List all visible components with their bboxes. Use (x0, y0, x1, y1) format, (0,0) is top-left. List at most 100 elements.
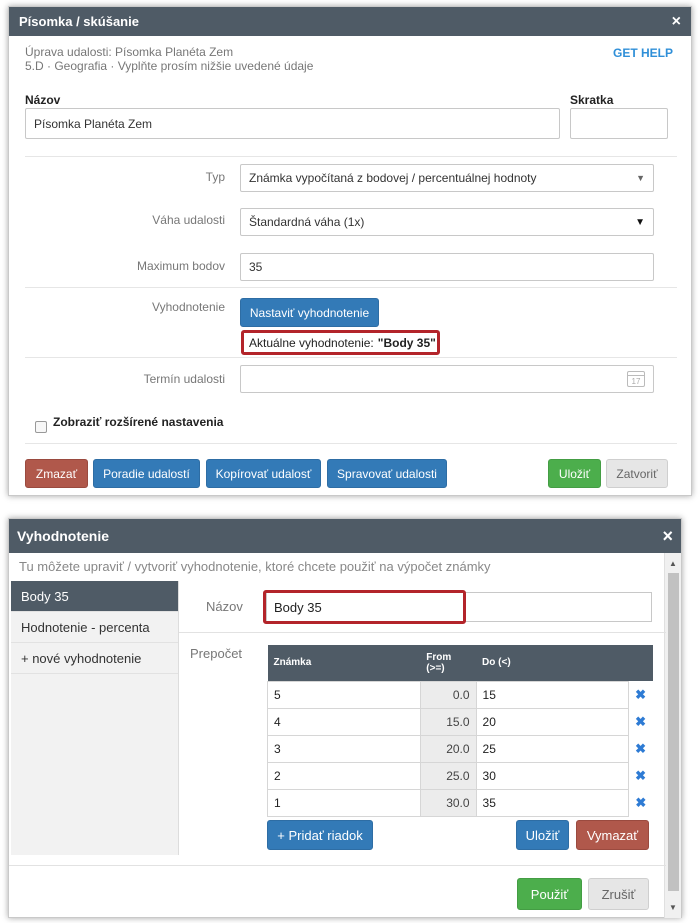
to-cell[interactable]: 15 (475, 680, 630, 709)
close-icon[interactable]: × (672, 13, 681, 31)
divider (179, 632, 666, 633)
delete-row-icon[interactable]: ✖ (629, 735, 653, 762)
event-subtitle-line2: 5.D · Geografia · Vyplňte prosím nižšie … (25, 59, 314, 73)
evaluation-list: Body 35 Hodnotenie - percenta + nové vyh… (11, 581, 179, 855)
to-cell[interactable]: 35 (475, 788, 630, 817)
evaluation-name-highlight: Body 35 (263, 590, 466, 624)
divider (25, 156, 677, 157)
scrollbar[interactable]: ▲ ▼ (664, 553, 681, 918)
max-points-value: 35 (249, 260, 263, 274)
copy-event-button[interactable]: Kopírovať udalosť (206, 459, 321, 488)
to-cell[interactable]: 25 (475, 734, 630, 763)
set-evaluation-button[interactable]: Nastaviť vyhodnotenie (240, 298, 379, 327)
from-cell: 20.0 (419, 734, 477, 763)
max-points-input[interactable]: 35 (240, 253, 654, 281)
event-dialog-title: Písomka / skúšanie (19, 14, 139, 29)
to-column-header: Do (<) (476, 645, 629, 681)
abbr-input[interactable] (570, 108, 668, 139)
grade-table-header: Známka From (>=) Do (<) (267, 645, 653, 681)
close-icon[interactable]: × (662, 526, 673, 547)
advanced-settings-label[interactable]: Zobraziť rozšírené nastavenia (53, 415, 223, 429)
current-evaluation: Aktuálne vyhodnotenie: "Body 35" (241, 330, 440, 355)
save-evaluation-button[interactable]: Uložiť (516, 820, 569, 850)
from-cell: 25.0 (419, 761, 477, 790)
delete-row-icon[interactable]: ✖ (629, 762, 653, 789)
weight-select-value: Štandardná váha (1x) (249, 215, 365, 229)
name-label: Názov (25, 93, 61, 107)
calendar-icon[interactable]: 17 (627, 371, 645, 387)
chevron-down-icon: ▼ (636, 173, 645, 183)
grade-cell[interactable]: 1 (267, 788, 421, 817)
manage-events-button[interactable]: Spravovať udalosti (327, 459, 447, 488)
scroll-up-icon[interactable]: ▲ (669, 559, 677, 568)
weight-select[interactable]: Štandardná váha (1x) ▼ (240, 208, 654, 236)
evaluation-dialog-title: Vyhodnotenie (17, 528, 110, 544)
type-select[interactable]: Známka vypočítaná z bodovej / percentuál… (240, 164, 654, 192)
table-row: 5 0.0 15 ✖ (267, 680, 653, 709)
advanced-settings-checkbox[interactable] (35, 421, 47, 433)
grade-table: Známka From (>=) Do (<) 5 0.0 15 ✖ 4 15.… (267, 645, 653, 817)
delete-row-icon[interactable]: ✖ (629, 681, 653, 708)
get-help-link[interactable]: GET HELP (613, 46, 673, 60)
delete-evaluation-button[interactable]: Vymazať (576, 820, 649, 850)
scrollbar-thumb[interactable] (668, 573, 679, 891)
weight-label: Váha udalosti (152, 213, 225, 227)
grade-cell[interactable]: 4 (267, 707, 421, 736)
grade-cell[interactable]: 5 (267, 680, 421, 709)
max-points-label: Maximum bodov (136, 259, 225, 273)
grade-cell[interactable]: 2 (267, 761, 421, 790)
delete-event-button[interactable]: Zmazať (25, 459, 88, 488)
divider (25, 287, 677, 288)
abbr-label: Skratka (570, 93, 614, 107)
to-cell[interactable]: 30 (475, 761, 630, 790)
current-evaluation-label: Aktuálne vyhodnotenie: (249, 335, 374, 350)
save-event-button[interactable]: Uložiť (548, 459, 601, 488)
current-evaluation-value: "Body 35" (377, 335, 436, 350)
cancel-button[interactable]: Zrušiť (588, 878, 649, 910)
event-order-button[interactable]: Poradie udalostí (93, 459, 200, 488)
grade-cell[interactable]: 3 (267, 734, 421, 763)
add-row-button[interactable]: + Pridať riadok (267, 820, 373, 850)
delete-row-icon[interactable]: ✖ (629, 789, 653, 816)
event-dialog: Písomka / skúšanie × Úprava udalosti: Pí… (8, 6, 692, 496)
table-row: 1 30.0 35 ✖ (267, 788, 653, 817)
grade-column-header: Známka (267, 645, 421, 681)
chevron-down-icon: ▼ (635, 216, 645, 228)
evaluation-name-value: Body 35 (274, 599, 322, 615)
evaluation-label: Vyhodnotenie (152, 300, 225, 314)
delete-column-header (628, 645, 653, 681)
scroll-down-icon[interactable]: ▼ (669, 903, 677, 912)
date-label: Termín udalosti (143, 372, 225, 386)
table-row: 2 25.0 30 ✖ (267, 761, 653, 790)
from-header-line1: From (426, 651, 452, 663)
table-row: 4 15.0 20 ✖ (267, 707, 653, 736)
new-evaluation-item[interactable]: + nové vyhodnotenie (11, 643, 178, 674)
delete-row-icon[interactable]: ✖ (629, 708, 653, 735)
type-select-value: Známka vypočítaná z bodovej / percentuál… (249, 171, 537, 185)
from-column-header: From (>=) (420, 645, 477, 681)
type-label: Typ (205, 170, 225, 184)
divider (25, 443, 677, 444)
evaluation-dialog: Vyhodnotenie × Tu môžete upraviť / vytvo… (8, 518, 682, 918)
from-header-line2: (>=) (426, 662, 445, 674)
apply-button[interactable]: Použiť (517, 878, 582, 910)
evaluation-description: Tu môžete upraviť / vytvoriť vyhodnoteni… (19, 559, 491, 574)
from-cell: 0.0 (419, 680, 477, 709)
evaluation-item-body-35[interactable]: Body 35 (11, 581, 178, 612)
divider (25, 357, 677, 358)
evaluation-item-percent[interactable]: Hodnotenie - percenta (11, 612, 178, 643)
event-subtitle-line1: Úprava udalosti: Písomka Planéta Zem (25, 45, 234, 59)
close-dialog-button[interactable]: Zatvoriť (606, 459, 668, 488)
name-input[interactable]: Písomka Planéta Zem (25, 108, 560, 139)
recalculation-label: Prepočet (190, 646, 243, 661)
divider (9, 865, 666, 866)
to-cell[interactable]: 20 (475, 707, 630, 736)
date-input[interactable]: 17 (240, 365, 654, 393)
from-cell: 30.0 (419, 788, 477, 817)
event-dialog-titlebar: Písomka / skúšanie × (9, 7, 691, 36)
table-row: 3 20.0 25 ✖ (267, 734, 653, 763)
evaluation-dialog-titlebar: Vyhodnotenie × (9, 519, 681, 553)
evaluation-name-label: Názov (206, 599, 243, 614)
from-cell: 15.0 (419, 707, 477, 736)
event-subtitle: Úprava udalosti: Písomka Planéta Zem 5.D… (25, 45, 313, 73)
